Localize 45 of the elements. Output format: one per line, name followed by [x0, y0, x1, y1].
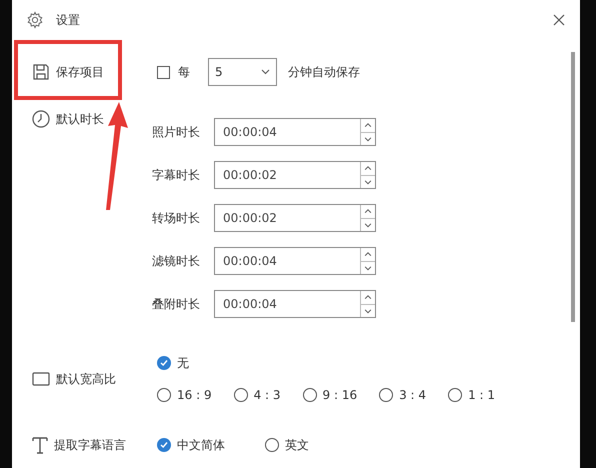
- time-spinner[interactable]: 00:00:02: [214, 204, 376, 232]
- radio-button[interactable]: [157, 356, 171, 370]
- radio-label: 3 : 4: [399, 387, 426, 404]
- time-spinner[interactable]: 00:00:04: [214, 247, 376, 275]
- radio-button[interactable]: [448, 388, 462, 402]
- close-icon: [553, 14, 565, 26]
- radio-button[interactable]: [234, 388, 248, 402]
- interval-suffix: 分钟自动保存: [288, 64, 360, 81]
- time-spinner[interactable]: 00:00:02: [214, 161, 376, 189]
- window-title: 设置: [56, 12, 80, 29]
- checkbox-label: 每: [178, 64, 190, 81]
- check-icon: [160, 441, 168, 449]
- radio-button[interactable]: [265, 438, 279, 452]
- radio-label: 16 : 9: [177, 387, 212, 404]
- radio-label: 英文: [285, 437, 309, 454]
- aspect-ratio-icon: [32, 372, 50, 386]
- field-label: 滤镜时长: [152, 253, 201, 270]
- time-spinner[interactable]: 00:00:04: [214, 118, 376, 146]
- check-icon: [160, 359, 168, 367]
- field-label: 字幕时长: [152, 167, 201, 184]
- radio-label: 9 : 16: [322, 387, 358, 404]
- field-label: 叠附时长: [152, 296, 201, 313]
- chevron-down-icon: [261, 69, 270, 75]
- interval-dropdown[interactable]: 5: [208, 58, 277, 86]
- checkbox[interactable]: [157, 66, 170, 78]
- save-icon: [32, 63, 50, 81]
- gear-icon: [26, 11, 44, 29]
- clock-icon: [32, 110, 50, 128]
- radio-button[interactable]: [157, 388, 171, 402]
- text-icon: [32, 436, 48, 454]
- time-spinner[interactable]: 00:00:04: [214, 290, 376, 318]
- radio-button[interactable]: [157, 438, 171, 452]
- scrollbar[interactable]: [571, 52, 575, 322]
- section-label: 提取字幕语言: [54, 437, 126, 454]
- radio-button[interactable]: [379, 388, 394, 402]
- radio-label: 1 : 1: [468, 387, 496, 404]
- radio-label: 4 : 3: [254, 387, 281, 404]
- radio-button[interactable]: [302, 388, 317, 402]
- section-label: 默认宽高比: [56, 371, 116, 388]
- radio-label: 无: [177, 355, 189, 372]
- field-label: 照片时长: [152, 124, 201, 141]
- section-label: 默认时长: [56, 111, 104, 128]
- field-label: 转场时长: [152, 210, 201, 227]
- section-label: 保存项目: [56, 64, 104, 81]
- radio-label: 中文简体: [177, 437, 225, 454]
